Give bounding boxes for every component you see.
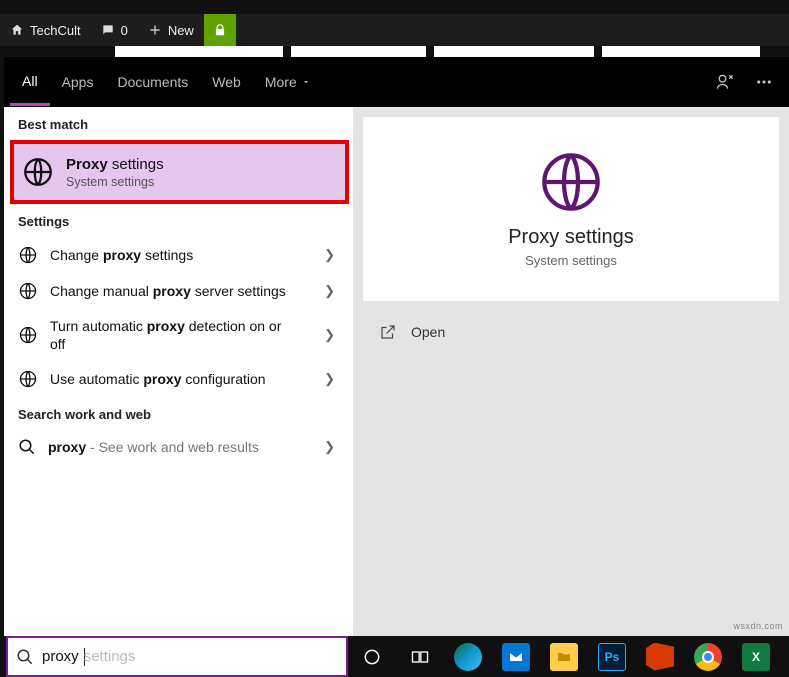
taskbar-chrome[interactable] bbox=[684, 636, 732, 677]
search-panel: All Apps Documents Web More Best match bbox=[4, 57, 789, 636]
section-settings: Settings bbox=[4, 204, 353, 237]
watermark: wsxdn.com bbox=[733, 621, 783, 631]
browser-admin-bar: TechCult 0 New bbox=[0, 14, 789, 46]
section-best-match: Best match bbox=[4, 107, 353, 140]
settings-result-change-proxy[interactable]: Change proxy settings ❯ bbox=[4, 237, 353, 273]
start-search-box[interactable]: proxy settings bbox=[6, 636, 348, 677]
chevron-right-icon: ❯ bbox=[324, 327, 335, 343]
lock-icon bbox=[213, 23, 227, 37]
tab-more-label: More bbox=[265, 74, 297, 90]
preview-pane: Proxy settings System settings Open bbox=[353, 107, 789, 636]
adminbar-new-label: New bbox=[168, 23, 194, 38]
globe-icon bbox=[539, 150, 603, 214]
tab-all[interactable]: All bbox=[10, 59, 50, 106]
result-label: Use automatic proxy configuration bbox=[50, 371, 339, 387]
chevron-right-icon: ❯ bbox=[324, 371, 335, 387]
adminbar-site-label: TechCult bbox=[30, 23, 81, 38]
preview-card: Proxy settings System settings bbox=[363, 117, 779, 301]
settings-result-change-manual-proxy[interactable]: Change manual proxy server settings ❯ bbox=[4, 273, 353, 309]
comment-icon bbox=[101, 23, 115, 37]
taskbar-photoshop[interactable]: Ps bbox=[588, 636, 636, 677]
best-match-subtitle: System settings bbox=[66, 175, 164, 189]
more-options-button[interactable] bbox=[745, 73, 783, 91]
search-ghost-text: settings bbox=[84, 648, 136, 665]
globe-icon bbox=[18, 369, 38, 389]
chevron-right-icon: ❯ bbox=[324, 439, 335, 455]
taskbar-mail[interactable] bbox=[492, 636, 540, 677]
globe-icon bbox=[18, 325, 38, 345]
globe-icon bbox=[20, 154, 56, 190]
section-search-web: Search work and web bbox=[4, 397, 353, 430]
adminbar-site[interactable]: TechCult bbox=[0, 14, 91, 46]
home-icon bbox=[10, 23, 24, 37]
browser-tab-strip bbox=[0, 46, 789, 57]
chevron-down-icon bbox=[301, 77, 311, 87]
adminbar-lock[interactable] bbox=[204, 14, 236, 46]
taskbar-cortana[interactable] bbox=[348, 636, 396, 677]
search-icon bbox=[16, 648, 34, 666]
taskbar-office[interactable] bbox=[636, 636, 684, 677]
web-result[interactable]: proxy - See work and web results ❯ bbox=[4, 430, 353, 464]
search-filter-tabs: All Apps Documents Web More bbox=[4, 57, 789, 107]
taskbar-excel[interactable]: X bbox=[732, 636, 780, 677]
adminbar-comments-count: 0 bbox=[121, 23, 128, 38]
search-typed-text: proxy bbox=[42, 648, 79, 665]
adminbar-comments[interactable]: 0 bbox=[91, 14, 138, 46]
feedback-button[interactable] bbox=[705, 72, 745, 92]
open-label: Open bbox=[411, 324, 445, 340]
taskbar-explorer[interactable] bbox=[540, 636, 588, 677]
result-label: Change manual proxy server settings bbox=[50, 283, 339, 299]
taskbar-task-view[interactable] bbox=[396, 636, 444, 677]
preview-subtitle: System settings bbox=[525, 253, 617, 268]
chevron-right-icon: ❯ bbox=[324, 283, 335, 299]
preview-title: Proxy settings bbox=[508, 226, 634, 249]
best-match-title: Proxy settings bbox=[66, 156, 164, 173]
plus-icon bbox=[148, 23, 162, 37]
adminbar-new[interactable]: New bbox=[138, 14, 204, 46]
best-match-result[interactable]: Proxy settings System settings bbox=[10, 140, 349, 204]
settings-result-auto-config[interactable]: Use automatic proxy configuration ❯ bbox=[4, 361, 353, 397]
chevron-right-icon: ❯ bbox=[324, 247, 335, 263]
tab-more[interactable]: More bbox=[253, 60, 323, 104]
tab-apps[interactable]: Apps bbox=[50, 60, 106, 104]
open-icon bbox=[379, 323, 397, 341]
globe-icon bbox=[18, 245, 38, 265]
result-label: proxy - See work and web results bbox=[48, 439, 339, 455]
tab-documents[interactable]: Documents bbox=[105, 60, 200, 104]
settings-result-auto-detect[interactable]: Turn automatic proxy detection on or off… bbox=[4, 309, 353, 361]
taskbar-edge[interactable] bbox=[444, 636, 492, 677]
globe-icon bbox=[18, 281, 38, 301]
result-label: Turn automatic proxy detection on or off bbox=[50, 317, 290, 353]
search-icon bbox=[18, 438, 36, 456]
results-list: Best match Proxy settings System setting… bbox=[4, 107, 353, 636]
result-label: Change proxy settings bbox=[50, 247, 339, 263]
taskbar: Ps X bbox=[348, 636, 789, 677]
open-action[interactable]: Open bbox=[363, 301, 779, 363]
tab-web[interactable]: Web bbox=[200, 60, 253, 104]
